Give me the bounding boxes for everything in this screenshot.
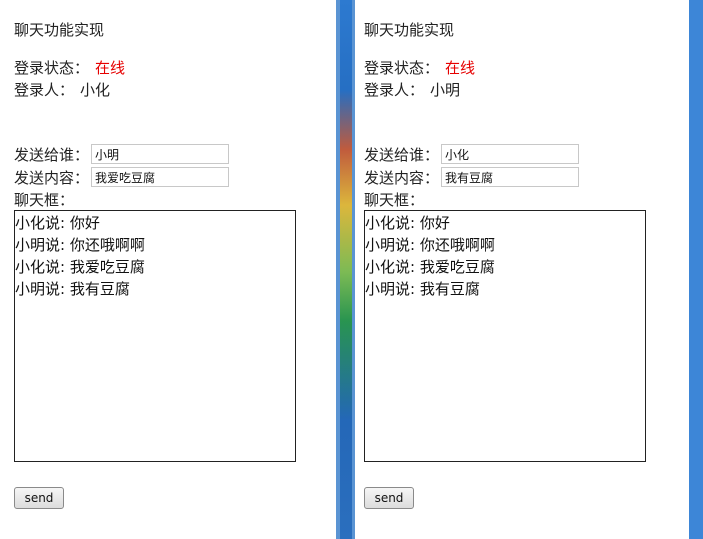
recipient-row: 发送给谁： — [364, 143, 580, 165]
send-button[interactable]: send — [14, 487, 64, 509]
login-user: 登录人： 小化 — [14, 79, 110, 100]
chat-message: 小化说: 你好 — [365, 214, 450, 232]
page-title: 聊天功能实现 — [14, 21, 105, 39]
recipient-label: 发送给谁： — [14, 145, 90, 164]
chat-message: 小化说: 我爱吃豆腐 — [15, 258, 145, 276]
login-status-label: 登录状态： — [364, 59, 440, 77]
recipient-input[interactable] — [91, 144, 230, 164]
page-title: 聊天功能实现 — [364, 21, 455, 39]
send-button[interactable]: send — [364, 487, 414, 509]
login-user: 登录人： 小明 — [364, 79, 460, 100]
login-user-label: 登录人： — [14, 81, 75, 99]
chat-window-left: 聊天功能实现 登录状态： 在线 登录人： 小化 发送给谁： 发送内容： 聊天框： 小… — [0, 0, 340, 539]
chat-message: 小化说: 我爱吃豆腐 — [365, 258, 495, 276]
recipient-row: 发送给谁： — [14, 143, 230, 165]
recipient-label: 发送给谁： — [364, 145, 440, 164]
chat-message: 小明说: 你还哦啊啊 — [365, 236, 495, 254]
login-user-value: 小化 — [80, 81, 111, 99]
desktop-background: 聊天功能实现 登录状态： 在线 登录人： 小化 发送给谁： 发送内容： 聊天框： 小… — [0, 0, 703, 539]
chatbox[interactable]: 小化说: 你好 小明说: 你还哦啊啊 小化说: 我爱吃豆腐 小明说: 我有豆腐 — [14, 210, 296, 462]
login-status: 登录状态： 在线 — [14, 57, 125, 78]
recipient-input[interactable] — [441, 144, 580, 164]
message-label: 发送内容： — [14, 168, 90, 187]
chat-message: 小明说: 我有豆腐 — [15, 280, 130, 298]
login-status: 登录状态： 在线 — [364, 57, 475, 78]
chat-window-right: 聊天功能实现 登录状态： 在线 登录人： 小明 发送给谁： 发送内容： 聊天框： 小… — [352, 0, 703, 539]
message-input[interactable] — [441, 167, 580, 187]
login-status-value: 在线 — [95, 59, 126, 77]
login-user-value: 小明 — [430, 81, 461, 99]
message-row: 发送内容： — [364, 166, 580, 188]
chatbox[interactable]: 小化说: 你好 小明说: 你还哦啊啊 小化说: 我爱吃豆腐 小明说: 我有豆腐 — [364, 210, 646, 462]
login-status-value: 在线 — [445, 59, 476, 77]
chat-message: 小明说: 你还哦啊啊 — [15, 236, 145, 254]
chat-page-right: 聊天功能实现 登录状态： 在线 登录人： 小明 发送给谁： 发送内容： 聊天框： 小… — [364, 0, 689, 539]
message-label: 发送内容： — [364, 168, 440, 187]
chat-message: 小化说: 你好 — [15, 214, 100, 232]
chat-message: 小明说: 我有豆腐 — [365, 280, 480, 298]
login-user-label: 登录人： — [364, 81, 425, 99]
chatbox-label: 聊天框： — [364, 191, 425, 209]
message-row: 发送内容： — [14, 166, 230, 188]
message-input[interactable] — [91, 167, 230, 187]
chatbox-label: 聊天框： — [14, 191, 75, 209]
chat-page-left: 聊天功能实现 登录状态： 在线 登录人： 小化 发送给谁： 发送内容： 聊天框： 小… — [14, 0, 336, 539]
login-status-label: 登录状态： — [14, 59, 90, 77]
